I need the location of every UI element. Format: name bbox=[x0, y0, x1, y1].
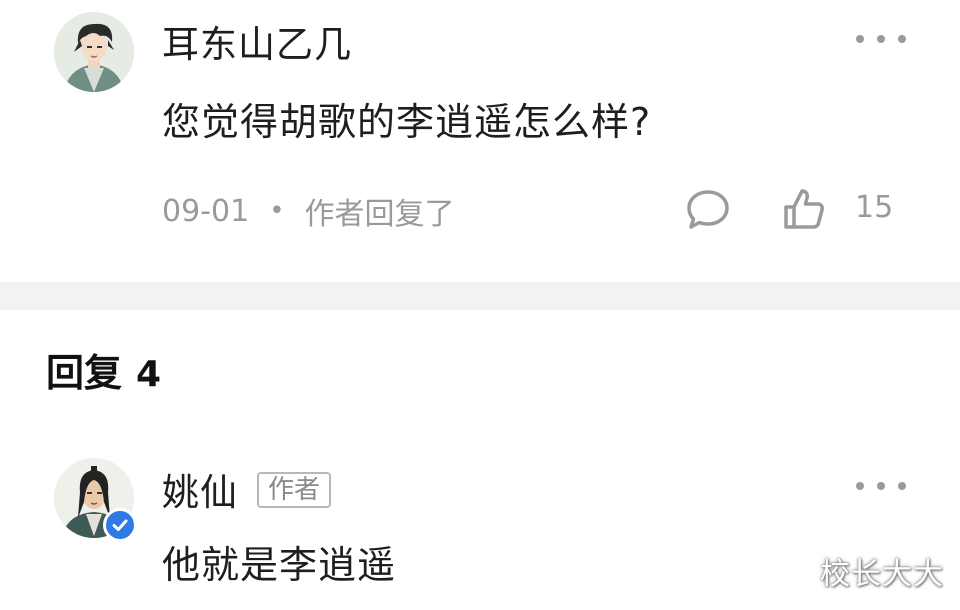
more-dot bbox=[898, 482, 906, 490]
watermark: 校长大大 bbox=[820, 557, 944, 592]
parent-comment: 耳东山乙几 您觉得胡歌的李逍遥怎么样? 09-01 • 作者回复了 15 bbox=[0, 0, 960, 282]
avatar[interactable] bbox=[54, 12, 134, 92]
comment-detail-page: 耳东山乙几 您觉得胡歌的李逍遥怎么样? 09-01 • 作者回复了 15 回复 … bbox=[0, 0, 960, 610]
more-options-button[interactable] bbox=[856, 476, 906, 496]
more-dots-icon bbox=[856, 482, 864, 490]
comment-meta: 09-01 • 作者回复了 bbox=[162, 191, 455, 233]
author-tag: 作者 bbox=[257, 472, 332, 508]
replies-count: 4 bbox=[136, 354, 162, 395]
more-options-button[interactable] bbox=[856, 29, 906, 49]
replies-header: 回复 4 bbox=[46, 354, 161, 393]
reply-text: 他就是李逍遥 bbox=[162, 543, 397, 587]
more-dot bbox=[898, 35, 906, 43]
more-dots-icon bbox=[856, 35, 864, 43]
replies-label: 回复 bbox=[46, 351, 123, 395]
comment-text: 您觉得胡歌的李逍遥怎么样? bbox=[162, 100, 652, 144]
username[interactable]: 姚仙 bbox=[162, 474, 238, 511]
username[interactable]: 耳东山乙几 bbox=[162, 26, 352, 63]
comment-bubble-icon[interactable] bbox=[685, 188, 731, 236]
thumbs-up-icon[interactable] bbox=[780, 185, 828, 237]
more-dot bbox=[877, 35, 885, 43]
author-replied-label: 作者回复了 bbox=[304, 197, 455, 232]
comment-date: 09-01 bbox=[162, 193, 250, 229]
section-divider bbox=[0, 282, 960, 310]
verified-badge-icon bbox=[103, 508, 137, 542]
meta-separator: • bbox=[269, 196, 285, 226]
more-dot bbox=[877, 482, 885, 490]
like-count: 15 bbox=[855, 190, 894, 225]
